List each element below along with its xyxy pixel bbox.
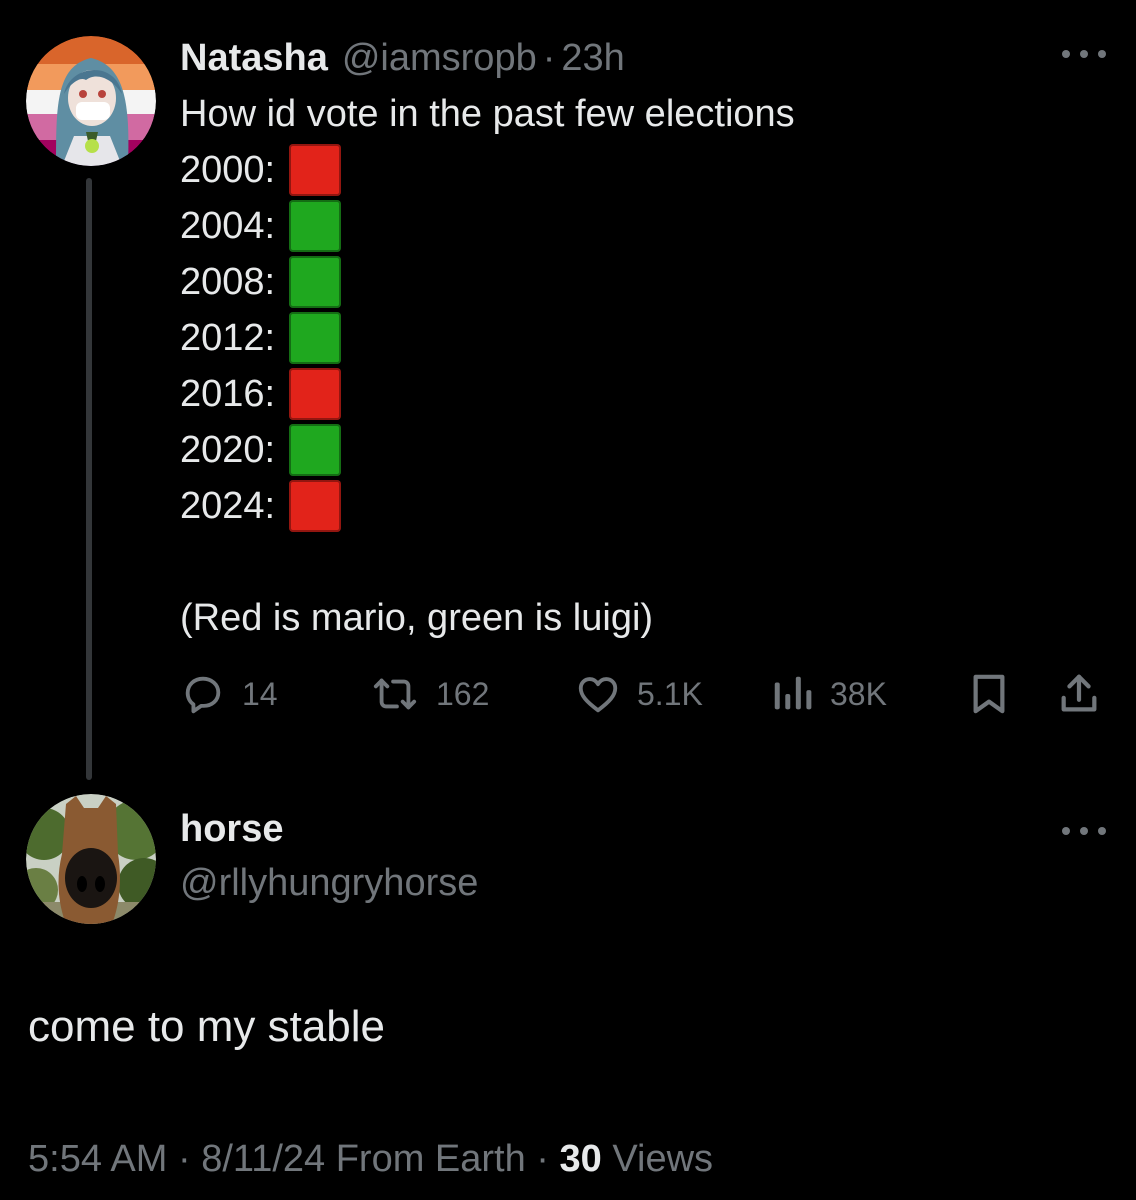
tweet-footnote: (Red is mario, green is luigi)	[180, 597, 654, 639]
thread-connector-line	[86, 178, 92, 780]
reply-text: come to my stable	[28, 1002, 386, 1051]
bookmark-button[interactable]	[968, 666, 1010, 722]
retweet-icon	[373, 678, 417, 710]
reply-icon	[185, 676, 221, 714]
display-name[interactable]: Natasha	[180, 37, 328, 80]
vote-year: 2012:	[180, 317, 276, 359]
vote-square-red	[289, 144, 342, 196]
vote-row: 2016:	[180, 366, 795, 422]
vote-year: 2000:	[180, 149, 276, 191]
tweet-text-line: How id vote in the past few elections	[180, 93, 795, 135]
more-icon	[1062, 827, 1070, 835]
reply-views-count[interactable]: 30	[560, 1138, 602, 1180]
vote-row: 2024:	[180, 478, 795, 534]
vote-square-green	[289, 256, 342, 308]
avatar-natasha[interactable]	[26, 36, 156, 166]
share-icon	[1061, 674, 1097, 712]
vote-year: 2008:	[180, 261, 276, 303]
reply-timestamp[interactable]: 5:54 AM · 8/11/24 From Earth ·	[28, 1138, 560, 1180]
tweet-text: How id vote in the past few elections 20…	[180, 86, 795, 646]
vote-row: 2020:	[180, 422, 795, 478]
retweet-count: 162	[436, 675, 490, 712]
vote-row: 2008:	[180, 254, 795, 310]
like-count: 5.1K	[637, 675, 703, 712]
reply-more-options-button[interactable]	[1062, 821, 1106, 841]
vote-row: 2012:	[180, 310, 795, 366]
vote-row: 2004:	[180, 198, 795, 254]
vote-row: 2000:	[180, 142, 795, 198]
vote-year: 2016:	[180, 373, 276, 415]
tweet-header: Natasha @iamsropb · 23h	[180, 36, 625, 80]
vote-square-red	[289, 480, 342, 532]
vote-square-green	[289, 200, 342, 252]
vote-year: 2024:	[180, 485, 276, 527]
vote-year: 2020:	[180, 429, 276, 471]
bookmark-icon	[973, 674, 1005, 714]
vote-square-green	[289, 424, 342, 476]
reply-metadata: 5:54 AM · 8/11/24 From Earth · 30 Views	[28, 1138, 713, 1181]
views-button[interactable]: 38K	[770, 666, 887, 722]
vote-list: 2000: 2004: 2008: 2012: 2016: 2020: 2024:	[180, 142, 795, 534]
vote-square-green	[289, 312, 342, 364]
vote-square-red	[289, 368, 342, 420]
reply-views-label: Views	[601, 1138, 714, 1180]
like-icon	[578, 677, 618, 713]
vote-year: 2004:	[180, 205, 276, 247]
avatar-horse[interactable]	[26, 794, 156, 924]
views-count: 38K	[830, 675, 887, 712]
share-button[interactable]	[1056, 666, 1102, 722]
reply-button[interactable]: 14	[180, 666, 278, 722]
reply-display-name[interactable]: horse	[180, 808, 283, 851]
like-button[interactable]: 5.1K	[575, 666, 703, 722]
more-options-button[interactable]	[1062, 44, 1106, 64]
reply-count: 14	[242, 675, 278, 712]
user-handle[interactable]: @iamsropb	[342, 37, 537, 80]
more-icon	[1062, 50, 1070, 58]
separator-dot: ·	[542, 36, 556, 79]
tweet-timestamp[interactable]: 23h	[561, 37, 624, 80]
retweet-button[interactable]: 162	[370, 666, 489, 722]
reply-user-handle[interactable]: @rllyhungryhorse	[180, 862, 478, 905]
views-icon	[774, 676, 812, 710]
